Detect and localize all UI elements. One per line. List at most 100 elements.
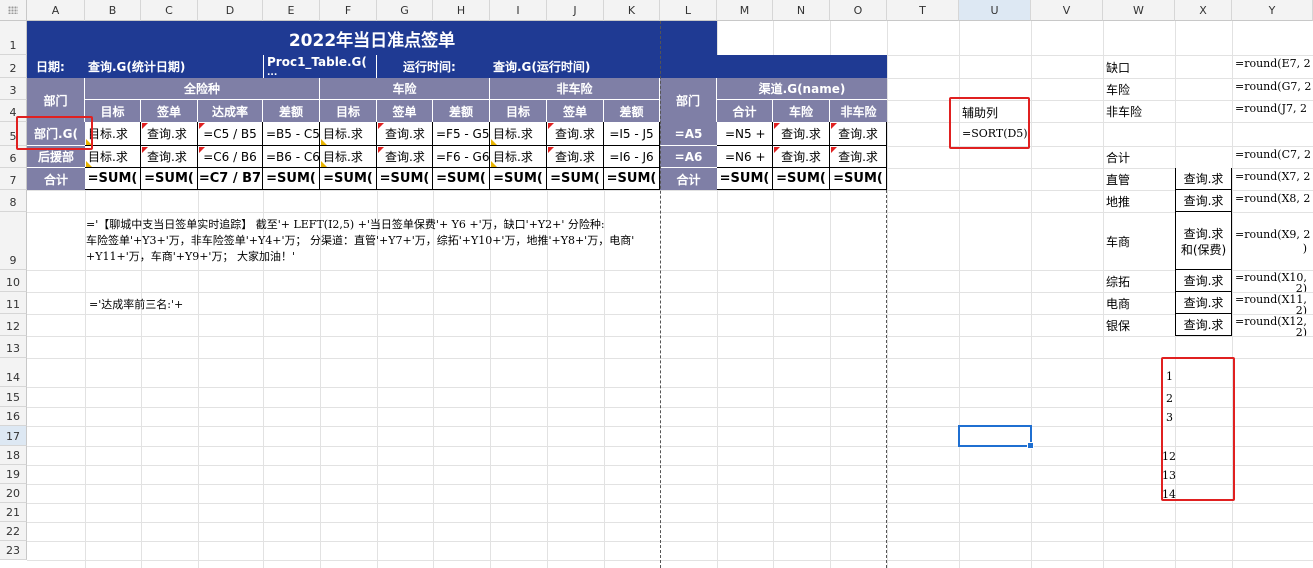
column-header-x[interactable]: X bbox=[1175, 0, 1232, 21]
y8-formula[interactable]: =round(X8, 2 bbox=[1235, 192, 1313, 210]
row5-b[interactable]: 目标.求 bbox=[85, 122, 141, 146]
column-header-h[interactable]: H bbox=[433, 0, 490, 21]
row7-o[interactable]: =SUM( bbox=[830, 168, 887, 190]
column-header-c[interactable]: C bbox=[141, 0, 198, 21]
row7-i[interactable]: =SUM( bbox=[490, 168, 547, 190]
column-header-m[interactable]: M bbox=[717, 0, 773, 21]
header-signed[interactable]: 签单 bbox=[141, 100, 198, 122]
header-auto-diff[interactable]: 差额 bbox=[433, 100, 490, 122]
row7-k[interactable]: =SUM( bbox=[604, 168, 660, 190]
y2-formula[interactable]: =round(E7, 2 bbox=[1235, 57, 1313, 75]
row6-c[interactable]: 查询.求 bbox=[141, 146, 198, 168]
row-header-22[interactable]: 22 bbox=[0, 522, 27, 541]
date-value-cell[interactable]: 查询.G(统计日期) bbox=[85, 55, 263, 78]
row6-g[interactable]: 查询.求 bbox=[377, 146, 433, 168]
column-header-t[interactable]: T bbox=[887, 0, 959, 21]
column-header-j[interactable]: J bbox=[547, 0, 604, 21]
x9-query[interactable]: 查询.求 和(保费) bbox=[1175, 212, 1232, 270]
top3-formula-cell[interactable]: ='达成率前三名:'+ bbox=[86, 293, 386, 314]
row-header-17[interactable]: 17 bbox=[0, 426, 27, 446]
row5-h[interactable]: =F5 - G5 bbox=[433, 122, 490, 146]
row7-total-label[interactable]: 合计 bbox=[27, 168, 85, 190]
row-header-18[interactable]: 18 bbox=[0, 446, 27, 465]
column-header-y[interactable]: Y bbox=[1232, 0, 1313, 21]
column-header-w[interactable]: W bbox=[1103, 0, 1175, 21]
column-header-o[interactable]: O bbox=[830, 0, 887, 21]
row5-i[interactable]: 目标.求 bbox=[490, 122, 547, 146]
column-header-u[interactable]: U bbox=[959, 0, 1031, 21]
column-header-e[interactable]: E bbox=[263, 0, 320, 21]
label-non-auto[interactable]: 非车险 bbox=[1103, 101, 1175, 122]
column-header-l[interactable]: L bbox=[660, 0, 717, 21]
column-header-n[interactable]: N bbox=[773, 0, 830, 21]
row7-l[interactable]: 合计 bbox=[660, 168, 717, 190]
row5-j[interactable]: 查询.求 bbox=[547, 122, 604, 146]
row7-g[interactable]: =SUM( bbox=[377, 168, 433, 190]
header-nonauto-diff[interactable]: 差额 bbox=[604, 100, 660, 122]
row-header-21[interactable]: 21 bbox=[0, 503, 27, 522]
row5-f[interactable]: 目标.求 bbox=[320, 122, 377, 146]
label-ecommerce[interactable]: 电商 bbox=[1103, 293, 1175, 314]
row-header-16[interactable]: 16 bbox=[0, 407, 27, 426]
row-header-8[interactable]: 8 bbox=[0, 190, 27, 212]
label-ground[interactable]: 地推 bbox=[1103, 191, 1175, 212]
row-header-3[interactable]: 3 bbox=[0, 78, 27, 100]
x12-query[interactable]: 查询.求 bbox=[1175, 314, 1232, 336]
column-header-d[interactable]: D bbox=[198, 0, 263, 21]
label-direct[interactable]: 直管 bbox=[1103, 169, 1175, 190]
header-diff[interactable]: 差额 bbox=[263, 100, 320, 122]
row-header-14[interactable]: 14 bbox=[0, 358, 27, 387]
y10-formula[interactable]: =round(X10, 2) bbox=[1235, 272, 1313, 292]
row6-o[interactable]: 查询.求 bbox=[830, 146, 887, 168]
row5-d[interactable]: =C5 / B5 bbox=[198, 122, 263, 146]
header-channel-noncar[interactable]: 非车险 bbox=[830, 100, 887, 122]
label-bank[interactable]: 银保 bbox=[1103, 315, 1175, 336]
header-channel-total[interactable]: 合计 bbox=[717, 100, 773, 122]
row6-f[interactable]: 目标.求 bbox=[320, 146, 377, 168]
x7-query[interactable]: 查询.求 bbox=[1175, 168, 1232, 190]
header-channel[interactable]: 渠道.G(name) bbox=[717, 78, 887, 100]
row6-h[interactable]: =F6 - G6 bbox=[433, 146, 490, 168]
row-header-15[interactable]: 15 bbox=[0, 387, 27, 407]
y12-formula[interactable]: =round(X12, 2) bbox=[1235, 316, 1313, 336]
column-header-v[interactable]: V bbox=[1031, 0, 1103, 21]
row5-o[interactable]: 查询.求 bbox=[830, 122, 887, 146]
row-header-10[interactable]: 10 bbox=[0, 270, 27, 292]
label-integrated[interactable]: 综拓 bbox=[1103, 271, 1175, 292]
row-header-11[interactable]: 11 bbox=[0, 292, 27, 314]
row5-n[interactable]: 查询.求 bbox=[773, 122, 830, 146]
y7-formula[interactable]: =round(X7, 2 bbox=[1235, 170, 1313, 188]
row6-b[interactable]: 目标.求 bbox=[85, 146, 141, 168]
header-rate[interactable]: 达成率 bbox=[198, 100, 263, 122]
column-header-g[interactable]: G bbox=[377, 0, 433, 21]
row5-g[interactable]: 查询.求 bbox=[377, 122, 433, 146]
row7-f[interactable]: =SUM( bbox=[320, 168, 377, 190]
y4-formula[interactable]: =round(J7, 2 bbox=[1235, 102, 1313, 120]
row7-d[interactable]: =C7 / B7 bbox=[198, 168, 263, 190]
label-gap[interactable]: 缺口 bbox=[1103, 56, 1175, 78]
row7-e[interactable]: =SUM( bbox=[263, 168, 320, 190]
label-dealer[interactable]: 车商 bbox=[1103, 213, 1175, 270]
row-header-7[interactable]: 7 bbox=[0, 168, 27, 190]
header-auto-signed[interactable]: 签单 bbox=[377, 100, 433, 122]
column-header-f[interactable]: F bbox=[320, 0, 377, 21]
row6-d[interactable]: =C6 / B6 bbox=[198, 146, 263, 168]
x11-query[interactable]: 查询.求 bbox=[1175, 292, 1232, 314]
row-header-13[interactable]: 13 bbox=[0, 336, 27, 358]
row6-l[interactable]: =A6 bbox=[660, 146, 717, 168]
row6-k[interactable]: =I6 - J6 bbox=[604, 146, 660, 168]
header-channel-car[interactable]: 车险 bbox=[773, 100, 830, 122]
select-all-corner[interactable] bbox=[0, 0, 27, 21]
row6-n[interactable]: 查询.求 bbox=[773, 146, 830, 168]
row-header-19[interactable]: 19 bbox=[0, 465, 27, 484]
row6-i[interactable]: 目标.求 bbox=[490, 146, 547, 168]
row7-m[interactable]: =SUM( bbox=[717, 168, 773, 190]
selected-cell-u17[interactable] bbox=[958, 425, 1034, 449]
row7-n[interactable]: =SUM( bbox=[773, 168, 830, 190]
row5-l[interactable]: =A5 bbox=[660, 122, 717, 146]
row5-m[interactable]: =N5 + bbox=[717, 122, 773, 146]
x10-query[interactable]: 查询.求 bbox=[1175, 270, 1232, 292]
label-total[interactable]: 合计 bbox=[1103, 147, 1175, 168]
column-header-k[interactable]: K bbox=[604, 0, 660, 21]
row5-e[interactable]: =B5 - C5 bbox=[263, 122, 320, 146]
